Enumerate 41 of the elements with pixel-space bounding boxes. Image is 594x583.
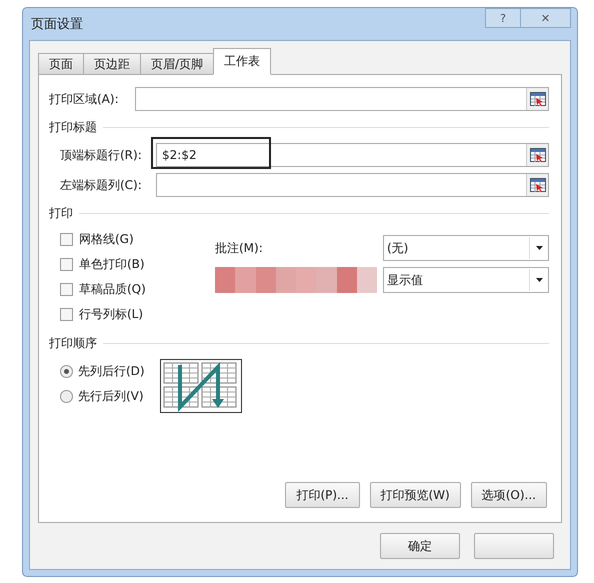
radio-label: 先行后列(V) xyxy=(78,388,144,405)
section-heading: 打印顺序 xyxy=(49,334,97,352)
range-picker-icon[interactable] xyxy=(526,88,548,110)
section-heading: 打印 xyxy=(49,204,73,222)
tab[interactable]: 页眉/页脚 xyxy=(140,53,214,75)
field-label: 左端标题列(C): xyxy=(60,176,143,194)
dropdown[interactable]: 显示值 xyxy=(383,267,549,293)
radio-label: 先列后行(D) xyxy=(78,363,145,380)
help-button[interactable]: ? xyxy=(485,8,521,28)
radio-button[interactable] xyxy=(60,365,73,378)
cancel-button[interactable] xyxy=(474,533,554,559)
tab[interactable]: 工作表 xyxy=(213,48,272,75)
dialog-button[interactable]: 打印预览(W) xyxy=(370,482,461,508)
input-field[interactable] xyxy=(135,87,549,111)
field-label: 批注(M): xyxy=(215,240,264,256)
dialog-button[interactable]: 打印(P)... xyxy=(285,482,360,508)
checkbox[interactable] xyxy=(60,308,73,321)
dropdown[interactable]: (无) xyxy=(383,235,549,261)
caret-icon xyxy=(536,246,542,250)
window-title: 页面设置 xyxy=(30,16,83,33)
field-label: 打印区域(A): xyxy=(49,90,120,108)
section-heading: 打印标题 xyxy=(49,118,97,136)
checkbox[interactable] xyxy=(60,258,73,271)
caret-icon xyxy=(536,278,542,282)
checkbox-label: 网格线(G) xyxy=(79,231,134,248)
field-label: 顶端标题行(R): xyxy=(60,146,143,164)
checkbox[interactable] xyxy=(60,233,73,246)
dialog-button[interactable]: 选项(O)... xyxy=(470,482,547,508)
range-picker-icon[interactable] xyxy=(526,174,548,196)
tab[interactable]: 页边距 xyxy=(83,53,141,75)
range-picker-icon[interactable] xyxy=(526,144,548,166)
radio-button[interactable] xyxy=(60,390,73,403)
tab[interactable]: 页面 xyxy=(38,53,84,75)
checkbox-label: 草稿品质(Q) xyxy=(79,281,146,298)
input-field[interactable] xyxy=(156,173,549,197)
checkbox-label: 行号列标(L) xyxy=(79,306,144,323)
close-button[interactable]: ✕ xyxy=(521,8,571,28)
checkbox-label: 单色打印(B) xyxy=(79,256,145,273)
ok-button[interactable]: 确定 xyxy=(380,533,460,559)
input-field[interactable]: $2:$2 xyxy=(156,143,549,167)
checkbox[interactable] xyxy=(60,283,73,296)
